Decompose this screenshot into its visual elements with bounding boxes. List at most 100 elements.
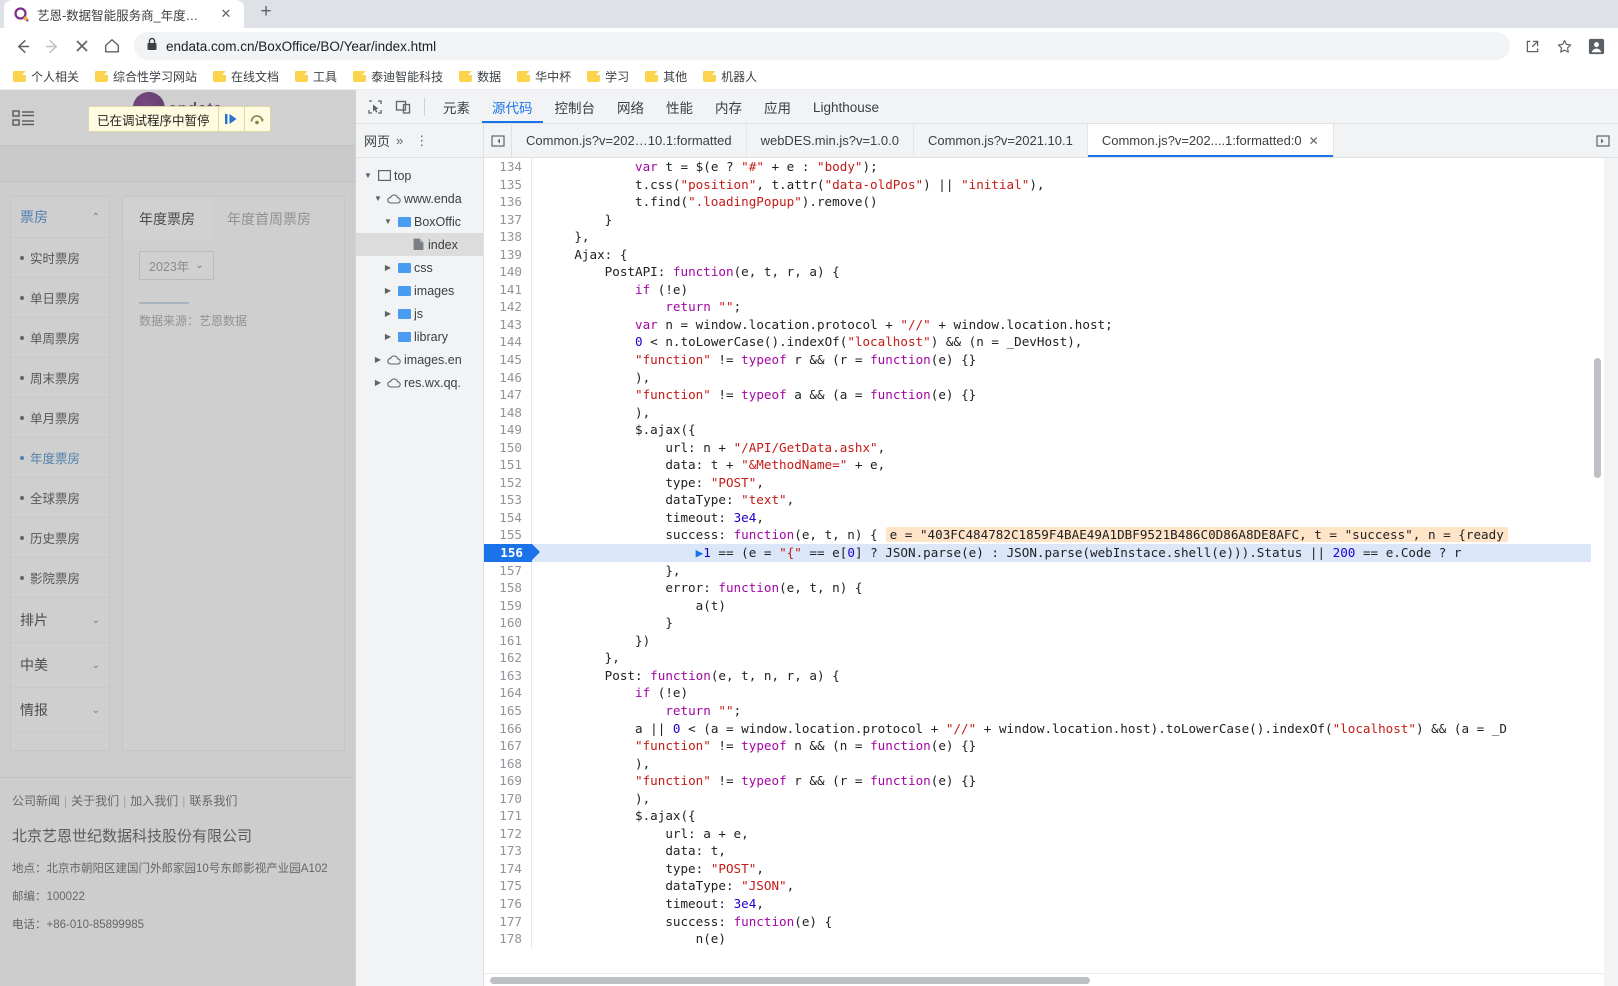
chevron-down-icon[interactable]: ▼ <box>372 194 384 203</box>
file-tab-webdes[interactable]: webDES.min.js?v=1.0.0 <box>747 124 914 157</box>
line-number[interactable]: 172 <box>484 824 532 843</box>
code-content[interactable]: 134 var t = $(e ? "#" + e : "body"); 135 … <box>484 158 1604 948</box>
line-number[interactable]: 176 <box>484 894 532 913</box>
code-line[interactable]: 176 timeout: 3e4, <box>484 894 1604 913</box>
code-line[interactable]: 142 return ""; <box>484 298 1604 316</box>
tree-item-images-endata[interactable]: ▶ images.en <box>356 348 483 371</box>
line-number[interactable]: 139 <box>484 245 532 264</box>
code-line[interactable]: 140 PostAPI: function(e, t, r, a) { <box>484 263 1604 281</box>
line-content[interactable]: dataType: "text", <box>532 491 1604 509</box>
code-line[interactable]: 148 ), <box>484 403 1604 422</box>
tab-sources[interactable]: 源代码 <box>482 90 543 123</box>
home-icon[interactable] <box>98 32 126 60</box>
code-line[interactable]: 175 dataType: "JSON", <box>484 877 1604 895</box>
code-line[interactable]: 154 timeout: 3e4, <box>484 508 1604 527</box>
sidebar-item-cinema[interactable]: 影院票房 <box>11 558 109 598</box>
tree-item-css[interactable]: ▶ css <box>356 256 483 279</box>
code-line[interactable]: 178 n(e) <box>484 930 1604 948</box>
code-line[interactable]: 153 dataType: "text", <box>484 491 1604 509</box>
line-content[interactable]: timeout: 3e4, <box>532 895 1604 913</box>
line-content[interactable]: a(t) <box>532 597 1604 615</box>
code-line[interactable]: 134 var t = $(e ? "#" + e : "body"); <box>484 158 1604 176</box>
code-line[interactable]: 168 ), <box>484 754 1604 773</box>
line-number[interactable]: 147 <box>484 386 532 404</box>
address-bar[interactable]: endata.com.cn/BoxOffice/BO/Year/index.ht… <box>134 32 1510 60</box>
line-number[interactable]: 141 <box>484 280 532 299</box>
line-number[interactable]: 143 <box>484 315 532 334</box>
line-content[interactable]: }, <box>532 228 1604 246</box>
line-number[interactable]: 161 <box>484 631 532 650</box>
line-number[interactable]: 136 <box>484 193 532 211</box>
tab-application[interactable]: 应用 <box>754 90 801 123</box>
sidebar-section-schedule[interactable]: 排片 ⌄ <box>11 598 109 643</box>
file-navigator[interactable]: ▼ top ▼ www.enda ▼ BoxOffic index ▶ css … <box>356 158 484 986</box>
chevron-right-icon[interactable]: ▶ <box>382 263 394 272</box>
bookmark-item[interactable]: 数据 <box>452 66 508 87</box>
chevron-right-icon[interactable]: ▶ <box>372 378 384 387</box>
sidebar-item-yearly[interactable]: 年度票房 <box>11 438 109 478</box>
sidebar-item-global[interactable]: 全球票房 <box>11 478 109 518</box>
sidebar-item-history[interactable]: 历史票房 <box>11 518 109 558</box>
code-line[interactable]: 143 var n = window.location.protocol + "… <box>484 315 1604 334</box>
chevron-double-right-icon[interactable]: » <box>396 133 403 148</box>
code-line[interactable]: 159 a(t) <box>484 596 1604 615</box>
sidebar-item-realtime[interactable]: 实时票房 <box>11 238 109 278</box>
code-line[interactable]: 149 $.ajax({ <box>484 421 1604 439</box>
line-number[interactable]: 153 <box>484 491 532 509</box>
sidebar-item-monthly[interactable]: 单月票房 <box>11 398 109 438</box>
code-line[interactable]: 139 Ajax: { <box>484 245 1604 264</box>
line-content[interactable]: }) <box>532 632 1604 650</box>
sidebar-item-weekend[interactable]: 周末票房 <box>11 358 109 398</box>
line-content[interactable]: return ""; <box>532 298 1604 316</box>
tab-annual-firstweek-boxoffice[interactable]: 年度首周票房 <box>211 197 327 241</box>
line-content[interactable]: }, <box>532 649 1604 667</box>
tab-elements[interactable]: 元素 <box>433 90 480 123</box>
sidebar-item-weekly[interactable]: 单周票房 <box>11 318 109 358</box>
inspect-element-icon[interactable] <box>362 95 388 119</box>
line-number[interactable]: 166 <box>484 719 532 738</box>
menu-icon[interactable] <box>12 108 36 128</box>
line-content[interactable]: dataType: "JSON", <box>532 877 1604 895</box>
chevron-down-icon[interactable]: ▼ <box>362 171 374 180</box>
tree-item-library[interactable]: ▶ library <box>356 325 483 348</box>
line-content[interactable]: data: t, <box>532 842 1604 860</box>
chevron-right-icon[interactable]: ▶ <box>382 286 394 295</box>
tree-item-index[interactable]: index <box>356 233 483 256</box>
bookmark-item[interactable]: 华中杯 <box>510 66 578 87</box>
device-toolbar-icon[interactable] <box>390 95 416 119</box>
code-line[interactable]: 160 } <box>484 614 1604 632</box>
year-select[interactable]: 2023年 ⌄ <box>139 251 214 280</box>
browser-tab[interactable]: 艺恩-数据智能服务商_年度票房 ✕ <box>4 0 244 28</box>
line-number[interactable]: 144 <box>484 333 532 352</box>
code-line[interactable]: 145 "function" != typeof r && (r = funct… <box>484 351 1604 369</box>
file-tab-common-formatted-active[interactable]: Common.js?v=202....1:formatted:0 ✕ <box>1087 124 1334 157</box>
code-line[interactable]: 172 url: a + e, <box>484 824 1604 843</box>
line-content[interactable]: Ajax: { <box>532 246 1604 264</box>
tree-item-images[interactable]: ▶ images <box>356 279 483 302</box>
tab-memory[interactable]: 内存 <box>705 90 752 123</box>
line-number[interactable]: 140 <box>484 263 532 281</box>
line-content[interactable]: ▶1 == (e = "{" == e[0] ? JSON.parse(e) :… <box>532 544 1604 562</box>
line-content[interactable]: $.ajax({ <box>532 421 1604 439</box>
line-number[interactable]: 164 <box>484 684 532 702</box>
line-content[interactable]: url: n + "/API/GetData.ashx", <box>532 439 1604 457</box>
code-line[interactable]: 158 error: function(e, t, n) { <box>484 579 1604 597</box>
code-line[interactable]: 150 url: n + "/API/GetData.ashx", <box>484 438 1604 457</box>
tab-annual-boxoffice[interactable]: 年度票房 <box>123 197 211 241</box>
line-number[interactable]: 155 <box>484 526 532 545</box>
line-number[interactable]: 178 <box>484 930 532 948</box>
line-content[interactable]: success: function(e) { <box>532 913 1604 931</box>
line-number[interactable]: 169 <box>484 772 532 790</box>
tree-item-top[interactable]: ▼ top <box>356 164 483 187</box>
editor-vertical-scrollbar[interactable] <box>1591 158 1604 960</box>
tab-performance[interactable]: 性能 <box>656 90 703 123</box>
line-number[interactable]: 159 <box>484 596 532 615</box>
code-line[interactable]: 163 Post: function(e, t, n, r, a) { <box>484 666 1604 685</box>
line-number[interactable]: 137 <box>484 210 532 229</box>
tab-lighthouse[interactable]: Lighthouse <box>803 93 889 121</box>
line-content[interactable]: var n = window.location.protocol + "//" … <box>532 316 1604 334</box>
code-line[interactable]: 155 success: function(e, t, n) {e = "403… <box>484 526 1604 545</box>
line-number[interactable]: 156 <box>484 544 540 562</box>
code-line[interactable]: 135 t.css("position", t.attr("data-oldPo… <box>484 175 1604 194</box>
line-content[interactable]: type: "POST", <box>532 860 1604 878</box>
